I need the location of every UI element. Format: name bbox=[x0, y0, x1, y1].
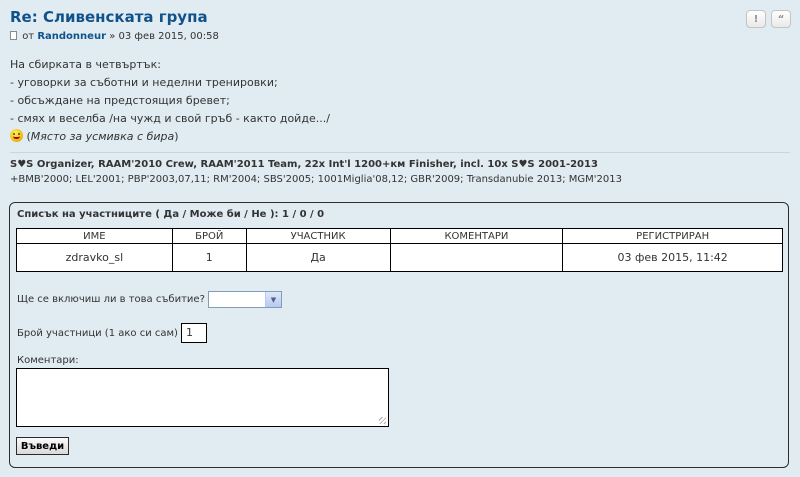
signature: S♥S Organizer, RAAM'2010 Crew, RAAM'2011… bbox=[10, 157, 622, 187]
attend-select[interactable]: ▼ bbox=[207, 291, 282, 308]
column-header: КОМЕНТАРИ bbox=[389, 228, 564, 244]
signature-divider bbox=[10, 152, 790, 153]
participants-summary: Списък на участниците ( Да / Може би / Н… bbox=[17, 209, 325, 220]
submit-button[interactable]: Въведи bbox=[16, 437, 69, 455]
author-prefix: от bbox=[22, 31, 35, 42]
participant-registered: 03 фев 2015, 11:42 bbox=[562, 243, 783, 272]
participant-status: Да bbox=[245, 243, 391, 272]
author-name-link[interactable]: Randonneur bbox=[37, 31, 106, 42]
attend-question-label: Ще се включиш ли в това събитие? bbox=[17, 294, 205, 305]
count-question-row: Брой участници (1 ако си сам) 1 bbox=[17, 323, 207, 343]
forum-post: Re: Сливенската група ! “ от Randonneur … bbox=[0, 0, 800, 477]
count-question-label: Брой участници (1 ако си сам) bbox=[17, 327, 178, 339]
post-author-line: от Randonneur » 03 фев 2015, 00:58 bbox=[10, 31, 219, 42]
participants-table: ИМЕ БРОЙ УЧАСТНИК КОМЕНТАРИ РЕГИСТРИРАН … bbox=[16, 228, 783, 272]
resize-grip-icon[interactable] bbox=[379, 417, 386, 424]
content-line: - уговорки за съботни и неделни трениров… bbox=[10, 76, 278, 89]
report-button[interactable]: ! bbox=[746, 10, 766, 28]
smiley-caption: Място за усмивка с бира bbox=[30, 130, 175, 143]
table-header-row: ИМЕ БРОЙ УЧАСТНИК КОМЕНТАРИ РЕГИСТРИРАН bbox=[16, 228, 783, 244]
post-buttons: ! “ bbox=[746, 10, 791, 28]
attend-question-row: Ще се включиш ли в това събитие? ▼ bbox=[17, 291, 282, 308]
signature-line-2: +BMB'2000; LEL'2001; PBP'2003,07,11; RM'… bbox=[10, 174, 622, 185]
post-title-text: Сливенската група bbox=[42, 8, 208, 26]
author-separator: » bbox=[109, 31, 116, 42]
participant-comment bbox=[389, 243, 564, 272]
table-row: zdravko_sl 1 Да 03 фев 2015, 11:42 bbox=[16, 243, 783, 272]
post-title-prefix: Re: bbox=[10, 8, 38, 26]
signature-line-1: S♥S Organizer, RAAM'2010 Crew, RAAM'2011… bbox=[10, 159, 598, 170]
participant-count: 1 bbox=[171, 243, 247, 272]
event-registration-box: Списък на участниците ( Да / Може би / Н… bbox=[9, 202, 789, 468]
content-line: - обсъждане на предстоящия бревет; bbox=[10, 94, 230, 107]
column-header: БРОЙ bbox=[171, 228, 247, 244]
column-header: ИМЕ bbox=[16, 228, 173, 244]
content-line: - смях и веселба /на чужд и свой гръб - … bbox=[10, 112, 330, 125]
column-header: РЕГИСТРИРАН bbox=[562, 228, 783, 244]
post-icon[interactable] bbox=[10, 31, 17, 40]
comment-label: Коментари: bbox=[17, 355, 79, 366]
chevron-down-icon[interactable]: ▼ bbox=[264, 292, 281, 307]
comment-textarea[interactable] bbox=[16, 368, 389, 427]
post-date: 03 фев 2015, 00:58 bbox=[118, 31, 219, 42]
column-header: УЧАСТНИК bbox=[245, 228, 391, 244]
post-content: На сбирката в четвъртък: - уговорки за с… bbox=[10, 56, 330, 146]
grin-smiley-icon bbox=[10, 129, 23, 142]
smiley-line: (Място за усмивка с бира) bbox=[10, 128, 330, 146]
post-title[interactable]: Re: Сливенската група bbox=[10, 8, 208, 26]
content-line: На сбирката в четвъртък: bbox=[10, 58, 161, 71]
participant-name: zdravko_sl bbox=[16, 243, 173, 272]
quote-button[interactable]: “ bbox=[771, 10, 791, 28]
participant-count-input[interactable]: 1 bbox=[180, 323, 207, 343]
